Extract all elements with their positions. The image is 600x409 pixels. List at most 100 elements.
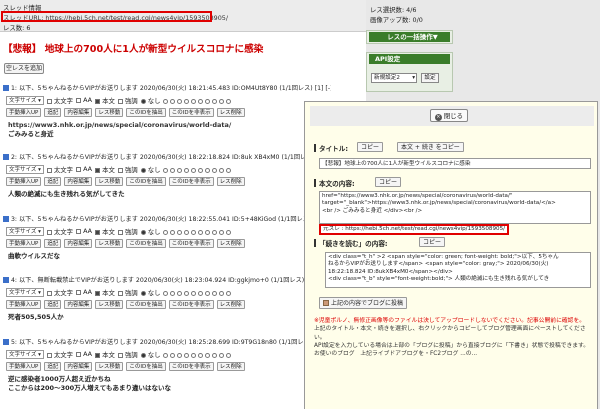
aa-checkbox[interactable] (76, 167, 82, 172)
copy-body-and-more-button[interactable]: 本文 + 続き をコピー (397, 142, 464, 152)
color-radio[interactable] (169, 167, 175, 173)
post-checkbox[interactable] (3, 85, 9, 91)
move-res-button[interactable]: レス移動 (95, 107, 124, 117)
delete-res-button[interactable]: レス削除 (216, 299, 245, 309)
color-radio[interactable] (162, 98, 168, 104)
post-body-line[interactable]: https://www3.nhk.or.jp/news/special/coro… (8, 121, 324, 130)
emph-toggle[interactable]: 強調 (117, 165, 138, 174)
color-radio-none[interactable] (140, 290, 146, 296)
aa-toggle[interactable]: AA (76, 288, 92, 296)
bold-checkbox[interactable] (46, 290, 52, 296)
bold-toggle[interactable]: 太文字 (46, 350, 73, 359)
emph-toggle[interactable]: 強調 (117, 96, 138, 105)
move-res-button[interactable]: レス移動 (95, 238, 124, 248)
color-radio[interactable] (204, 290, 210, 296)
post-to-blog-button[interactable]: 上記の内容でブログに投稿 (319, 297, 408, 309)
post-checkbox[interactable] (3, 216, 9, 222)
color-radio[interactable] (204, 167, 210, 173)
color-radio[interactable] (226, 290, 231, 296)
color-radio[interactable] (218, 352, 224, 358)
extract-id-button[interactable]: このIDを抽出 (126, 361, 166, 371)
bold-checkbox[interactable] (46, 352, 52, 358)
color-radio-group[interactable]: なし (140, 288, 231, 297)
color-radio-group[interactable]: なし (140, 227, 231, 236)
font-size-select[interactable]: 文字サイズ ▾ (6, 226, 44, 236)
color-radio[interactable] (169, 98, 175, 104)
color-radio[interactable] (197, 229, 203, 235)
body-checkbox[interactable] (95, 352, 101, 358)
color-radio[interactable] (162, 167, 168, 173)
body-checkbox[interactable] (95, 229, 101, 235)
body-checkbox[interactable] (95, 290, 101, 296)
bold-toggle[interactable]: 太文字 (46, 165, 73, 174)
color-radio[interactable] (162, 229, 168, 235)
color-radio[interactable] (211, 98, 217, 104)
edit-content-button[interactable]: 内容編集 (64, 299, 93, 309)
color-radio[interactable] (211, 290, 217, 296)
color-radio[interactable] (218, 167, 224, 173)
color-radio[interactable] (190, 229, 196, 235)
color-radio[interactable] (218, 290, 224, 296)
color-radio-none[interactable] (140, 352, 146, 358)
body-checkbox[interactable] (95, 98, 101, 104)
hide-id-button[interactable]: このIDを非表示 (168, 107, 214, 117)
emph-checkbox[interactable] (117, 229, 123, 235)
color-radio[interactable] (176, 98, 182, 104)
color-radio[interactable] (226, 229, 231, 235)
manual-insert-up-button[interactable]: 手動挿入UP (6, 107, 42, 117)
color-radio[interactable] (183, 352, 189, 358)
color-radio[interactable] (218, 98, 224, 104)
aa-toggle[interactable]: AA (76, 350, 92, 358)
body-toggle[interactable]: 本文 (95, 350, 115, 359)
title-field[interactable]: 【悲報】地球上の700人に1人が新型ウイルスコロナに感染 (319, 158, 591, 169)
extract-id-button[interactable]: このIDを抽出 (126, 107, 166, 117)
close-button[interactable]: × 閉じる (430, 109, 468, 122)
color-radio[interactable] (169, 352, 175, 358)
hide-id-button[interactable]: このIDを非表示 (168, 176, 214, 186)
bold-checkbox[interactable] (46, 229, 52, 235)
aa-checkbox[interactable] (76, 229, 82, 234)
color-radio[interactable] (183, 229, 189, 235)
move-res-button[interactable]: レス移動 (95, 176, 124, 186)
font-size-select[interactable]: 文字サイズ ▾ (6, 349, 44, 359)
color-radio[interactable] (176, 167, 182, 173)
manual-insert-up-button[interactable]: 手動挿入UP (6, 299, 42, 309)
aa-checkbox[interactable] (76, 98, 82, 103)
edit-content-button[interactable]: 内容編集 (64, 361, 93, 371)
font-size-select[interactable]: 文字サイズ ▾ (6, 95, 44, 105)
append-button[interactable]: 追記 (44, 238, 62, 248)
aa-checkbox[interactable] (76, 352, 82, 357)
edit-content-button[interactable]: 内容編集 (64, 238, 93, 248)
append-button[interactable]: 追記 (44, 299, 62, 309)
copy-body-button[interactable]: コピー (375, 177, 402, 187)
body-toggle[interactable]: 本文 (95, 288, 115, 297)
extract-id-button[interactable]: このIDを抽出 (126, 299, 166, 309)
color-radio[interactable] (190, 98, 196, 104)
color-radio[interactable] (169, 290, 175, 296)
body-toggle[interactable]: 本文 (95, 96, 115, 105)
body-toggle[interactable]: 本文 (95, 227, 115, 236)
color-radio[interactable] (176, 290, 182, 296)
bold-checkbox[interactable] (46, 167, 52, 173)
emph-checkbox[interactable] (117, 167, 123, 173)
emph-checkbox[interactable] (117, 290, 123, 296)
color-radio-group[interactable]: なし (140, 350, 231, 359)
color-radio[interactable] (197, 352, 203, 358)
api-set-button[interactable]: 設定 (421, 73, 439, 83)
copy-title-button[interactable]: コピー (357, 142, 384, 152)
color-radio[interactable] (211, 167, 217, 173)
emph-checkbox[interactable] (117, 98, 123, 104)
hide-id-button[interactable]: このIDを非表示 (168, 238, 214, 248)
extract-id-button[interactable]: このIDを抽出 (126, 176, 166, 186)
batch-ops-header[interactable]: レスの一括操作▼ (369, 32, 450, 42)
font-size-select[interactable]: 文字サイズ ▾ (6, 164, 44, 174)
color-radio[interactable] (226, 352, 231, 358)
aa-checkbox[interactable] (76, 290, 82, 295)
color-radio[interactable] (190, 290, 196, 296)
color-radio[interactable] (176, 229, 182, 235)
color-radio[interactable] (197, 290, 203, 296)
color-radio-group[interactable]: なし (140, 165, 231, 174)
color-radio[interactable] (183, 290, 189, 296)
post-checkbox[interactable] (3, 154, 9, 160)
move-res-button[interactable]: レス移動 (95, 299, 124, 309)
